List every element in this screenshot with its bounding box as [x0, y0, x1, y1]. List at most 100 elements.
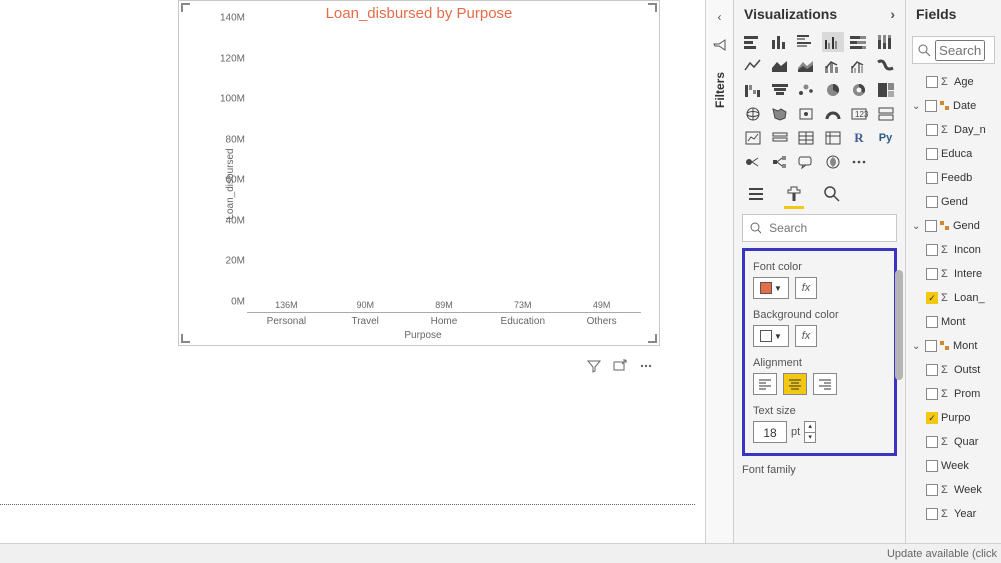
- field-checkbox[interactable]: [926, 316, 938, 328]
- field-row[interactable]: ΣIncon: [908, 238, 1001, 262]
- field-row[interactable]: Mont: [908, 310, 1001, 334]
- filled-map-icon[interactable]: [769, 104, 791, 124]
- field-checkbox[interactable]: [926, 388, 938, 400]
- field-checkbox[interactable]: [926, 436, 938, 448]
- field-row[interactable]: Feedb: [908, 166, 1001, 190]
- scatter-chart-icon[interactable]: [795, 80, 817, 100]
- field-checkbox[interactable]: [926, 412, 938, 424]
- python-visual-icon[interactable]: Py: [875, 128, 897, 148]
- line-stacked-column-icon[interactable]: [822, 56, 844, 76]
- stepper-down[interactable]: ▾: [805, 433, 815, 443]
- field-checkbox[interactable]: [926, 268, 938, 280]
- align-left-button[interactable]: [753, 373, 777, 395]
- chevron-down-icon[interactable]: ⌄: [912, 101, 922, 112]
- field-checkbox[interactable]: [926, 244, 938, 256]
- fields-search-input[interactable]: [935, 40, 985, 61]
- field-checkbox[interactable]: [926, 196, 938, 208]
- clustered-column-chart-icon[interactable]: [822, 32, 844, 52]
- text-size-input[interactable]: 18: [753, 421, 787, 443]
- more-visuals-icon[interactable]: [848, 152, 870, 172]
- field-checkbox[interactable]: [926, 148, 938, 160]
- slicer-icon[interactable]: [769, 128, 791, 148]
- font-color-picker[interactable]: ▼: [753, 277, 789, 299]
- chevron-left-icon[interactable]: ‹: [718, 10, 722, 24]
- format-tab-icon[interactable]: [784, 182, 804, 206]
- field-checkbox[interactable]: [925, 220, 937, 232]
- format-search-input[interactable]: [767, 220, 890, 236]
- stacked-bar-chart-icon[interactable]: [742, 32, 764, 52]
- qa-visual-icon[interactable]: [795, 152, 817, 172]
- donut-chart-icon[interactable]: [848, 80, 870, 100]
- field-row[interactable]: ΣOutst: [908, 358, 1001, 382]
- field-row[interactable]: Educa: [908, 142, 1001, 166]
- field-checkbox[interactable]: [926, 292, 938, 304]
- field-checkbox[interactable]: [926, 364, 938, 376]
- multi-row-card-icon[interactable]: [875, 104, 897, 124]
- more-options-icon[interactable]: [638, 358, 654, 374]
- hundred-stacked-column-icon[interactable]: [875, 32, 897, 52]
- map-icon[interactable]: [742, 104, 764, 124]
- fields-tab-icon[interactable]: [746, 182, 766, 206]
- field-checkbox[interactable]: [926, 76, 938, 88]
- chevron-down-icon[interactable]: ⌄: [912, 341, 922, 352]
- update-available-link[interactable]: Update available (click: [887, 548, 997, 560]
- area-chart-icon[interactable]: [769, 56, 791, 76]
- decomposition-tree-icon[interactable]: [769, 152, 791, 172]
- field-checkbox[interactable]: [925, 340, 937, 352]
- matrix-icon[interactable]: [822, 128, 844, 148]
- stepper-up[interactable]: ▴: [805, 422, 815, 433]
- field-row[interactable]: Gend: [908, 190, 1001, 214]
- field-checkbox[interactable]: [926, 460, 938, 472]
- funnel-chart-icon[interactable]: [769, 80, 791, 100]
- field-row[interactable]: ΣAge: [908, 70, 1001, 94]
- field-table-row[interactable]: ⌄Gend: [908, 214, 1001, 238]
- table-icon[interactable]: [795, 128, 817, 148]
- pie-chart-icon[interactable]: [822, 80, 844, 100]
- font-color-fx-button[interactable]: fx: [795, 277, 817, 299]
- hundred-stacked-bar-icon[interactable]: [848, 32, 870, 52]
- waterfall-chart-icon[interactable]: [742, 80, 764, 100]
- field-checkbox[interactable]: [926, 172, 938, 184]
- field-checkbox[interactable]: [926, 484, 938, 496]
- kpi-icon[interactable]: [742, 128, 764, 148]
- analytics-tab-icon[interactable]: [822, 182, 842, 206]
- collapse-viz-pane-icon[interactable]: ›: [890, 6, 895, 22]
- fields-search-box[interactable]: [912, 36, 995, 64]
- field-checkbox[interactable]: [925, 100, 937, 112]
- field-row[interactable]: ΣDay_n: [908, 118, 1001, 142]
- filters-pane-collapsed[interactable]: ‹ Filters: [705, 0, 733, 563]
- field-row[interactable]: ΣIntere: [908, 262, 1001, 286]
- treemap-chart-icon[interactable]: [875, 80, 897, 100]
- resize-handle-br[interactable]: [647, 333, 657, 343]
- field-checkbox[interactable]: [926, 124, 938, 136]
- align-right-button[interactable]: [813, 373, 837, 395]
- field-row[interactable]: ΣLoan_: [908, 286, 1001, 310]
- format-search-box[interactable]: [742, 214, 897, 242]
- field-row[interactable]: Week: [908, 454, 1001, 478]
- text-size-stepper[interactable]: ▴▾: [804, 421, 816, 443]
- field-row[interactable]: Purpo: [908, 406, 1001, 430]
- background-color-fx-button[interactable]: fx: [795, 325, 817, 347]
- focus-mode-icon[interactable]: [612, 358, 628, 374]
- key-influencers-icon[interactable]: [742, 152, 764, 172]
- stacked-column-chart-icon[interactable]: [769, 32, 791, 52]
- align-center-button[interactable]: [783, 373, 807, 395]
- resize-handle-bl[interactable]: [181, 333, 191, 343]
- chart-visual[interactable]: Loan_disbursed by Purpose Loan_disbursed…: [178, 0, 660, 346]
- ribbon-chart-icon[interactable]: [875, 56, 897, 76]
- field-row[interactable]: ΣYear: [908, 502, 1001, 526]
- field-table-row[interactable]: ⌄Date: [908, 94, 1001, 118]
- clustered-bar-chart-icon[interactable]: [795, 32, 817, 52]
- field-row[interactable]: ΣQuar: [908, 430, 1001, 454]
- arcgis-map-icon[interactable]: [822, 152, 844, 172]
- chevron-down-icon[interactable]: ⌄: [912, 221, 922, 232]
- line-clustered-column-icon[interactable]: [848, 56, 870, 76]
- field-row[interactable]: ΣProm: [908, 382, 1001, 406]
- viz-pane-scrollbar-thumb[interactable]: [895, 270, 903, 380]
- filter-icon[interactable]: [586, 358, 602, 374]
- r-script-visual-icon[interactable]: R: [848, 128, 870, 148]
- field-table-row[interactable]: ⌄Mont: [908, 334, 1001, 358]
- background-color-picker[interactable]: ▼: [753, 325, 789, 347]
- resize-handle-tr[interactable]: [647, 3, 657, 13]
- gauge-chart-icon[interactable]: [822, 104, 844, 124]
